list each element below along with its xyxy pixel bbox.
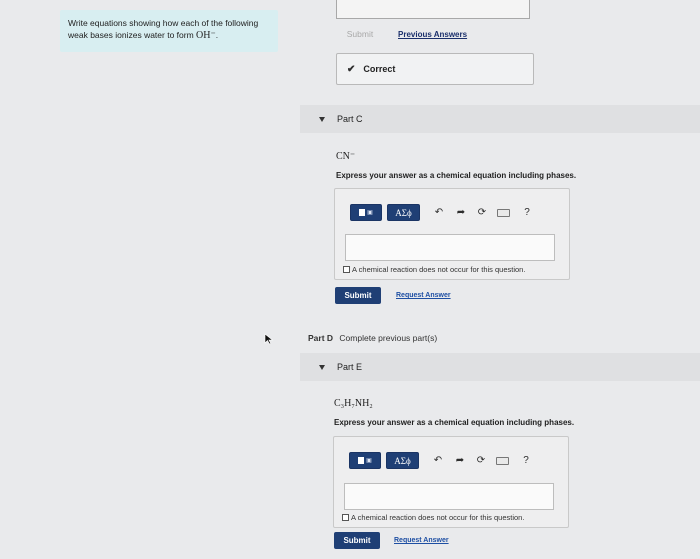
part-c-species: CN⁻ — [336, 151, 356, 162]
part-e-submit-button[interactable]: Submit — [334, 532, 380, 549]
part-e-no-reaction-option[interactable]: A chemical reaction does not occur for t… — [342, 513, 524, 522]
part-d-status: Complete previous part(s) — [339, 333, 438, 343]
part-c-submit-button[interactable]: Submit — [335, 287, 381, 304]
part-c-request-answer-link[interactable]: Request Answer — [396, 292, 451, 299]
prompt-tail: . — [215, 30, 219, 40]
no-reaction-label: A chemical reaction does not occur for t… — [351, 513, 525, 522]
collapse-triangle-icon[interactable] — [319, 364, 325, 370]
prompt-line-1: Write equations showing how each of the … — [68, 18, 259, 28]
previous-answers-link[interactable]: Previous Answers — [398, 30, 467, 39]
redo-icon[interactable]: ➦ — [454, 207, 468, 218]
correct-feedback: ✔ Correct — [336, 53, 534, 85]
hydroxide-ion: OH⁻ — [196, 30, 216, 41]
part-c-no-reaction-option[interactable]: A chemical reaction does not occur for t… — [343, 265, 525, 274]
greek-symbols-button[interactable]: AΣϕ — [387, 204, 420, 221]
part-e-answer-input[interactable] — [344, 483, 554, 510]
keyboard-icon[interactable] — [497, 208, 510, 217]
part-c-answer-area: ▣ AΣϕ ↶ ➦ ⟳ ? A chemical reaction does n… — [334, 188, 570, 280]
keyboard-icon[interactable] — [496, 456, 509, 465]
part-c-title: Part C — [337, 114, 363, 124]
undo-icon[interactable]: ↶ — [431, 455, 445, 466]
previous-submit-button[interactable]: Submit — [336, 26, 384, 43]
prompt-line-2: weak bases ionizes water to form — [68, 30, 197, 40]
part-e-instruction: Express your answer as a chemical equati… — [334, 418, 575, 427]
part-c-instruction: Express your answer as a chemical equati… — [336, 171, 577, 180]
no-reaction-label: A chemical reaction does not occur for t… — [352, 265, 526, 274]
template-button[interactable]: ▣ — [350, 204, 382, 221]
part-c-toolbar: ▣ AΣϕ ↶ ➦ ⟳ ? — [350, 204, 534, 221]
part-e-title: Part E — [337, 362, 363, 372]
template-button[interactable]: ▣ — [349, 452, 381, 469]
reset-icon[interactable]: ⟳ — [475, 207, 489, 218]
greek-symbols-button[interactable]: AΣϕ — [386, 452, 419, 469]
no-reaction-checkbox[interactable] — [343, 266, 350, 273]
reset-icon[interactable]: ⟳ — [474, 455, 488, 466]
feedback-label: Correct — [363, 64, 396, 74]
mouse-cursor-icon — [264, 333, 274, 345]
collapse-triangle-icon[interactable] — [319, 116, 325, 122]
previous-answer-box — [336, 0, 530, 19]
part-d-row: Part D Complete previous part(s) — [308, 333, 437, 343]
redo-icon[interactable]: ➦ — [453, 455, 467, 466]
part-e-toolbar: ▣ AΣϕ ↶ ➦ ⟳ ? — [349, 452, 533, 469]
part-c-header[interactable]: Part C — [300, 105, 700, 133]
question-prompt: Write equations showing how each of the … — [60, 10, 278, 52]
part-e-header[interactable]: Part E — [300, 353, 700, 381]
part-e-species: C₃H₇NH₂ — [334, 398, 373, 409]
part-e-answer-area: ▣ AΣϕ ↶ ➦ ⟳ ? A chemical reaction does n… — [333, 436, 569, 528]
check-icon: ✔ — [347, 63, 356, 75]
template-icon — [358, 457, 365, 464]
template-icon — [359, 209, 366, 216]
no-reaction-checkbox[interactable] — [342, 514, 349, 521]
part-c-answer-input[interactable] — [345, 234, 555, 261]
part-e-request-answer-link[interactable]: Request Answer — [394, 537, 449, 544]
help-icon[interactable]: ? — [519, 455, 533, 466]
help-icon[interactable]: ? — [520, 207, 534, 218]
part-d-label: Part D — [308, 333, 334, 343]
undo-icon[interactable]: ↶ — [432, 207, 446, 218]
